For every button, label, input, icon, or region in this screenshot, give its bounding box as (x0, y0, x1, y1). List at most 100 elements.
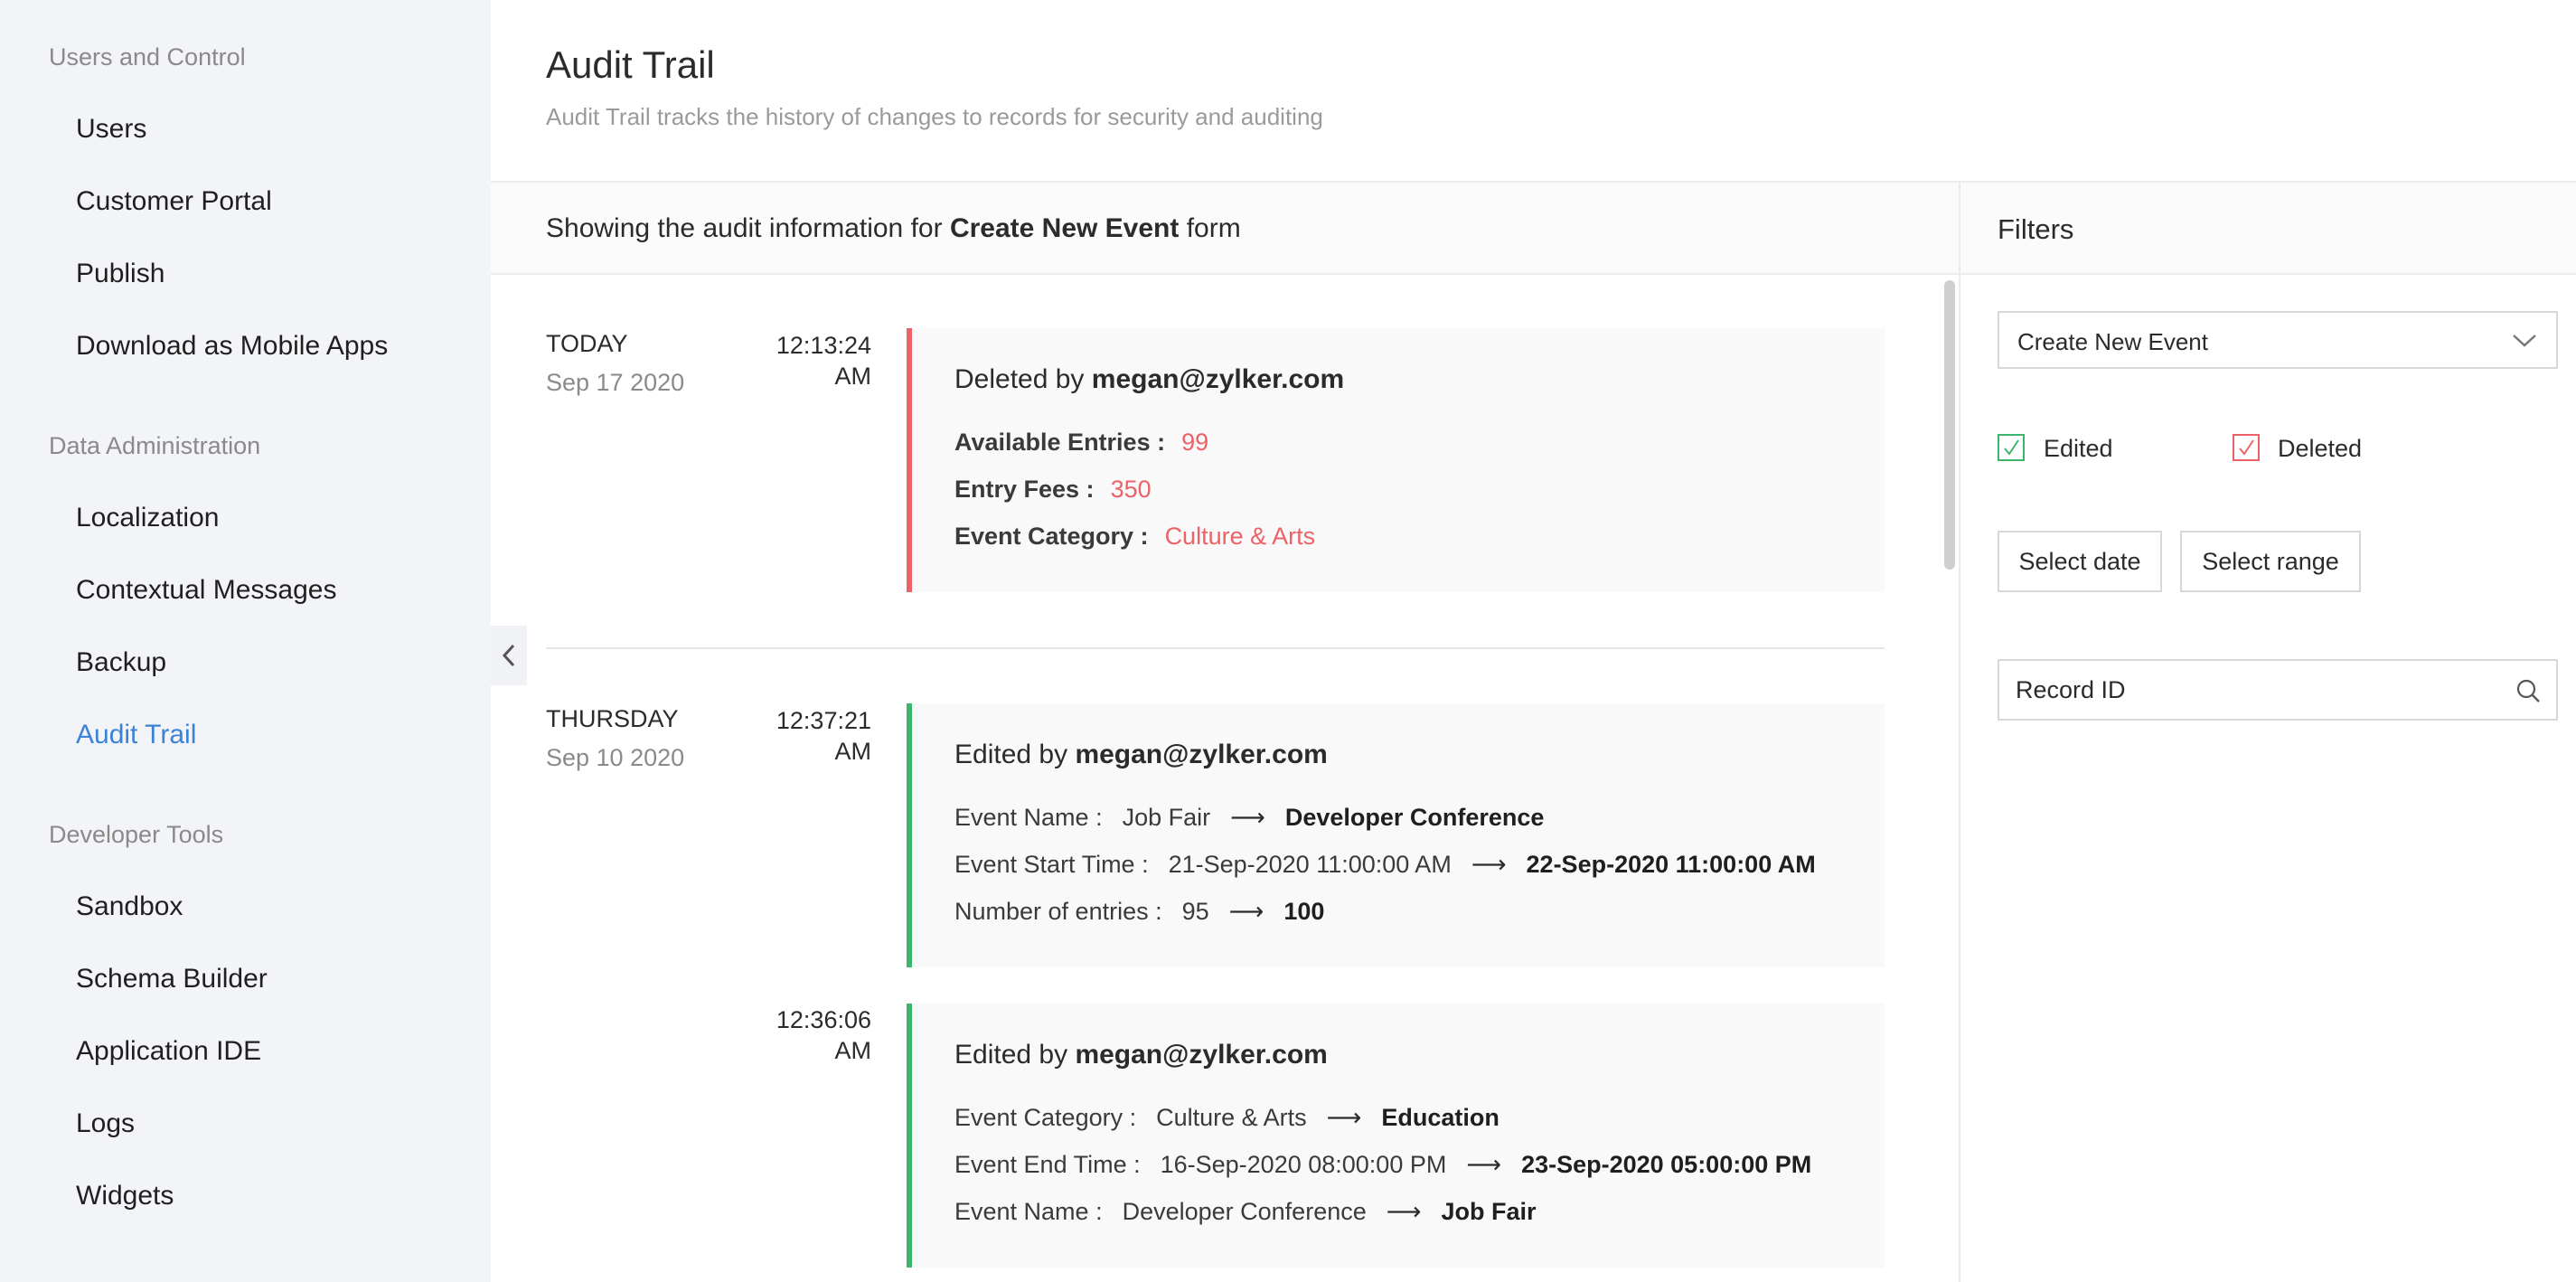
timeline-separator (546, 647, 1885, 649)
change-old-value: Developer Conference (1122, 1198, 1367, 1225)
change-old-value: 21-Sep-2020 11:00:00 AM (1168, 851, 1452, 878)
sidebar-section-developer-tools: Developer Tools (49, 821, 224, 848)
filters-title: Filters (1998, 213, 2074, 245)
form-select-dropdown[interactable]: Create New Event (1998, 311, 2558, 369)
audit-card-edited: Edited by megan@zylker.com Event Categor… (907, 1004, 1885, 1268)
change-row: Event Category : Culture & Arts ⟶ Education (954, 1104, 1500, 1132)
search-icon[interactable] (2515, 677, 2542, 704)
edited-checkbox-label: Edited (2044, 435, 2113, 462)
change-row: Event Name : Developer Conference ⟶ Job Fai… (954, 1198, 1537, 1226)
sidebar-item-users[interactable]: Users (76, 114, 146, 145)
select-date-button[interactable]: Select date (1998, 531, 2162, 592)
time-meridiem: AM (834, 738, 872, 765)
sidebar-item-sandbox[interactable]: Sandbox (76, 891, 183, 922)
change-new-value: Developer Conference (1284, 804, 1545, 831)
sidebar-item-publish[interactable]: Publish (76, 259, 165, 289)
timeline-scrollbar[interactable] (1944, 280, 1955, 570)
change-old-value: 95 (1181, 898, 1209, 925)
sidebar-item-customer-portal[interactable]: Customer Portal (76, 186, 272, 217)
field-value: 350 (1110, 476, 1152, 503)
field-value: 99 (1181, 429, 1209, 456)
time-value: 12:13:24 (776, 332, 871, 359)
timeline-date: Sep 17 2020 (546, 369, 685, 396)
page-title: Audit Trail (546, 43, 715, 86)
info-prefix: Showing the audit information for (546, 213, 943, 243)
field-value: Culture & Arts (1164, 523, 1316, 550)
sidebar-item-localization[interactable]: Localization (76, 503, 219, 533)
change-row: Event Name : Job Fair ⟶ Developer Conferenc… (954, 804, 1544, 832)
change-old-value: Culture & Arts (1156, 1104, 1307, 1131)
change-label: Event Start Time : (954, 851, 1149, 878)
sidebar-item-backup[interactable]: Backup (76, 647, 166, 678)
change-label: Event Name : (954, 1198, 1103, 1225)
deleted-checkbox[interactable] (2233, 434, 2260, 461)
deleted-field-row: Event Category : Culture & Arts (954, 523, 1315, 551)
arrow-right-icon: ⟶ (1466, 1151, 1502, 1178)
info-form-name: Create New Event (949, 213, 1180, 243)
time-meridiem: AM (834, 363, 872, 390)
info-suffix: form (1186, 213, 1241, 243)
sidebar-item-audit-trail[interactable]: Audit Trail (76, 720, 196, 750)
time-value: 12:36:06 (776, 1006, 871, 1033)
change-row: Event Start Time : 21-Sep-2020 11:00:00 A… (954, 851, 1816, 879)
form-select-value: Create New Event (2017, 328, 2208, 355)
arrow-right-icon: ⟶ (1230, 804, 1265, 831)
audit-card-edited: Edited by megan@zylker.com Event Name : J… (907, 703, 1885, 967)
sidebar-item-application-ide[interactable]: Application IDE (76, 1036, 261, 1067)
timeline-time: 12:36:06 AM (727, 1004, 871, 1066)
change-new-value: 22-Sep-2020 11:00:00 AM (1526, 851, 1816, 878)
card-user: megan@zylker.com (1091, 364, 1345, 394)
change-new-value: Job Fair (1441, 1198, 1537, 1225)
change-label: Number of entries : (954, 898, 1162, 925)
change-old-value: Job Fair (1122, 804, 1211, 831)
card-user: megan@zylker.com (1075, 1040, 1328, 1070)
change-row: Event End Time : 16-Sep-2020 08:00:00 PM ⟶… (954, 1151, 1811, 1179)
deleted-field-row: Available Entries : 99 (954, 429, 1208, 457)
sidebar-collapse-button[interactable] (491, 626, 527, 685)
field-label: Available Entries : (954, 429, 1166, 456)
info-bar-text: Showing the audit information for Create… (546, 213, 1241, 244)
sidebar-section-users-and-control: Users and Control (49, 43, 246, 71)
card-action: Deleted by (954, 364, 1085, 394)
card-action: Edited by (954, 1040, 1068, 1070)
record-id-search (1998, 659, 2558, 721)
change-new-value: 23-Sep-2020 05:00:00 PM (1521, 1151, 1812, 1178)
arrow-right-icon: ⟶ (1386, 1198, 1422, 1225)
timeline-day: TODAY (546, 330, 628, 357)
check-icon (2239, 439, 2254, 456)
change-label: Event Name : (954, 804, 1103, 831)
sidebar-item-logs[interactable]: Logs (76, 1108, 135, 1139)
record-id-input[interactable] (2001, 663, 2489, 717)
arrow-right-icon: ⟶ (1326, 1104, 1362, 1131)
arrow-right-icon: ⟶ (1471, 851, 1507, 878)
change-row: Number of entries : 95 ⟶ 100 (954, 898, 1324, 926)
card-heading: Edited by megan@zylker.com (954, 1040, 1328, 1070)
chevron-down-icon (2513, 335, 2536, 347)
change-old-value: 16-Sep-2020 08:00:00 PM (1160, 1151, 1447, 1178)
audit-card-deleted: Deleted by megan@zylker.com Available En… (907, 328, 1885, 592)
field-label: Entry Fees : (954, 476, 1095, 503)
check-icon (2004, 439, 2019, 456)
chevron-left-icon (502, 644, 515, 667)
card-user: megan@zylker.com (1075, 740, 1328, 769)
change-new-value: 100 (1283, 898, 1325, 925)
select-range-button[interactable]: Select range (2180, 531, 2361, 592)
timeline-time: 12:37:21 AM (727, 705, 871, 767)
edited-checkbox[interactable] (1998, 434, 2025, 461)
timeline-time: 12:13:24 AM (727, 330, 871, 391)
time-value: 12:37:21 (776, 707, 871, 734)
card-action: Edited by (954, 740, 1068, 769)
page-subtitle: Audit Trail tracks the history of change… (546, 103, 1323, 130)
sidebar-item-download-mobile-apps[interactable]: Download as Mobile Apps (76, 331, 388, 362)
sidebar: Users and Control Users Customer Portal … (0, 0, 491, 1282)
sidebar-item-contextual-messages[interactable]: Contextual Messages (76, 575, 337, 606)
card-heading: Edited by megan@zylker.com (954, 740, 1328, 770)
change-label: Event End Time : (954, 1151, 1141, 1178)
arrow-right-icon: ⟶ (1228, 898, 1264, 925)
field-label: Event Category : (954, 523, 1149, 550)
sidebar-item-schema-builder[interactable]: Schema Builder (76, 964, 268, 994)
sidebar-section-data-administration: Data Administration (49, 432, 261, 459)
card-heading: Deleted by megan@zylker.com (954, 364, 1344, 395)
timeline-day: THURSDAY (546, 705, 679, 732)
sidebar-item-widgets[interactable]: Widgets (76, 1181, 174, 1211)
